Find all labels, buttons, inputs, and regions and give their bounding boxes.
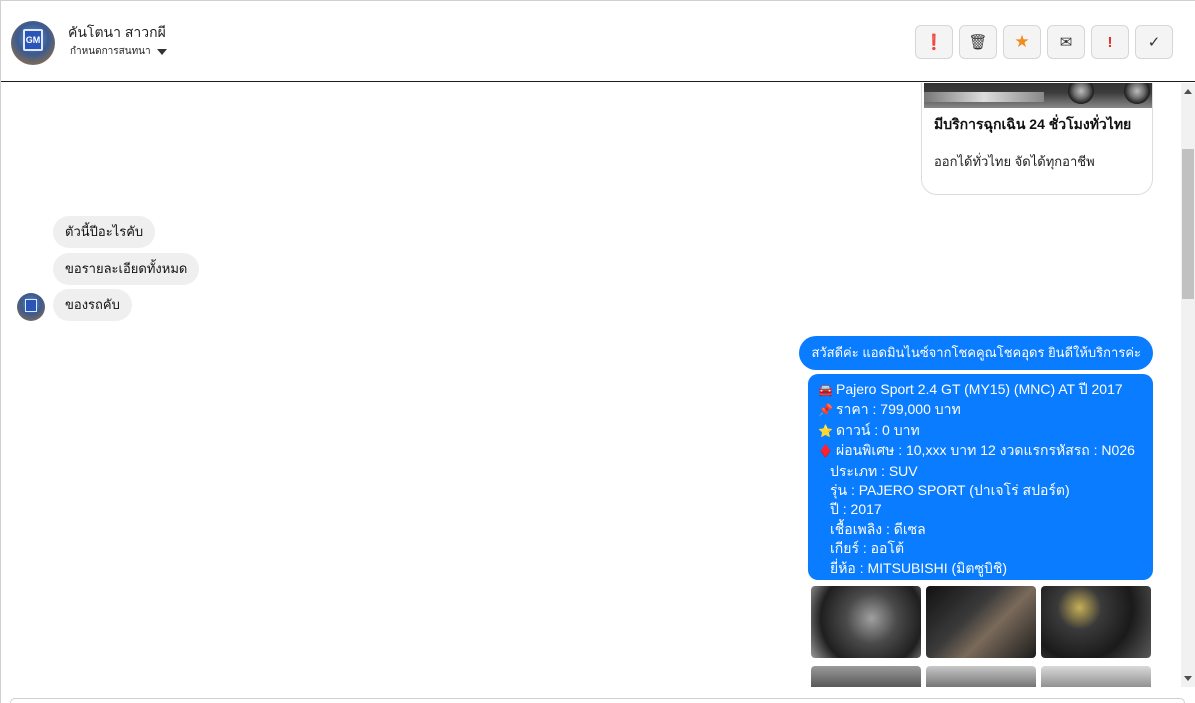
header-actions: ❗ 🗑 ★ ✉ ! ✓ <box>915 25 1173 59</box>
car-details-message[interactable]: 🚘 Pajero Sport 2.4 GT (MY15) (MNC) AT ปี … <box>808 374 1153 580</box>
detail-line: ♦️ ผ่อนพิเศษ : 10,xxx บาท 12 งวดแรกรหัสรถ… <box>818 441 1143 461</box>
scroll-up-arrow-icon[interactable] <box>1184 89 1192 94</box>
promo-card-title: มีบริการฉุกเฉิน 24 ชั่วโมงทั่วไทย <box>934 116 1132 132</box>
outgoing-message[interactable]: สวัสดีค่ะ แอดมินไนซ์จากโชคคูณโชคอุดร ยิน… <box>799 336 1153 370</box>
photo-gallery <box>811 586 1151 687</box>
promo-card[interactable]: มีบริการฉุกเฉิน 24 ชั่วโมงทั่วไทย ออกได้… <box>921 83 1153 195</box>
conversation-header: GM คันโตนา สาวกผี กำหนดการสนทนา ❗ 🗑 ★ ✉ … <box>1 1 1195 82</box>
car-emoji-icon: 🚘 <box>818 383 833 397</box>
diamond-emoji-icon: ♦️ <box>818 444 833 459</box>
mark-spam-button[interactable]: ❗ <box>915 25 953 59</box>
scroll-down-arrow-icon[interactable] <box>1184 676 1192 681</box>
alert-circle-icon: ❗ <box>924 34 944 51</box>
car-photo-thumbnail[interactable] <box>811 666 921 687</box>
detail-line: ประเภท : SUV <box>830 462 918 479</box>
contact-name[interactable]: คันโตนา สาวกผี <box>68 22 166 44</box>
pin-emoji-icon: 📌 <box>818 403 833 418</box>
delete-button[interactable]: 🗑 <box>959 25 997 59</box>
mark-unread-button[interactable]: ✉ <box>1047 25 1085 59</box>
star-icon: ★ <box>1014 32 1030 51</box>
promo-card-image <box>924 83 1152 108</box>
detail-line: 📌 ราคา : 799,000 บาท <box>818 400 1143 420</box>
detail-line: ⭐ ดาวน์ : 0 บาท <box>818 421 1143 441</box>
car-photo-thumbnail[interactable] <box>926 586 1036 658</box>
conversation-status-dropdown[interactable]: กำหนดการสนทนา <box>70 44 167 59</box>
trash-icon: 🗑 <box>968 34 988 51</box>
detail-line: 🚘 Pajero Sport 2.4 GT (MY15) (MNC) AT ปี … <box>818 380 1143 400</box>
car-photo-thumbnail[interactable] <box>811 586 921 658</box>
incoming-message[interactable]: ตัวนี้ปีอะไรคับ <box>53 216 156 248</box>
sender-avatar <box>17 293 45 321</box>
vertical-scrollbar[interactable] <box>1181 83 1195 687</box>
car-photo-thumbnail[interactable] <box>926 666 1036 687</box>
star-emoji-icon: ⭐ <box>818 423 833 438</box>
star-button[interactable]: ★ <box>1003 25 1041 59</box>
car-photo-thumbnail[interactable] <box>1041 666 1151 687</box>
caret-down-icon <box>156 49 167 55</box>
exclamation-icon: ! <box>1107 33 1113 51</box>
incoming-message[interactable]: ขอรายละเอียดทั้งหมด <box>53 253 200 285</box>
detail-line: เชื้อเพลิง : ดีเซล <box>830 520 926 537</box>
mark-important-button[interactable]: ! <box>1091 25 1129 59</box>
message-thread[interactable]: มีบริการฉุกเฉิน 24 ชั่วโมงทั่วไทย ออกได้… <box>1 83 1181 687</box>
promo-card-description: ออกได้ทั่วไทย จัดได้ทุกอาชีพ <box>934 154 1095 169</box>
detail-line: เกียร์ : ออโต้ <box>830 540 905 557</box>
detail-line: ปี : 2017 <box>830 501 882 518</box>
detail-line: รุ่น : PAJERO SPORT (ปาเจโร่ สปอร์ต) <box>830 482 1070 499</box>
car-photo-thumbnail[interactable] <box>1041 586 1151 658</box>
check-icon: ✓ <box>1147 34 1161 51</box>
conversation-status-label: กำหนดการสนทนา <box>70 46 151 57</box>
gm-logo-icon: GM <box>23 29 43 51</box>
mail-icon: ✉ <box>1059 34 1073 51</box>
message-composer[interactable] <box>10 698 1185 703</box>
mark-done-button[interactable]: ✓ <box>1135 25 1173 59</box>
scrollbar-thumb[interactable] <box>1182 149 1194 299</box>
contact-avatar[interactable]: GM <box>11 21 55 65</box>
incoming-message[interactable]: ของรถคับ <box>53 289 132 321</box>
detail-line: ยี่ห้อ : MITSUBISHI (มิตซูบิชิ) <box>830 559 1008 576</box>
